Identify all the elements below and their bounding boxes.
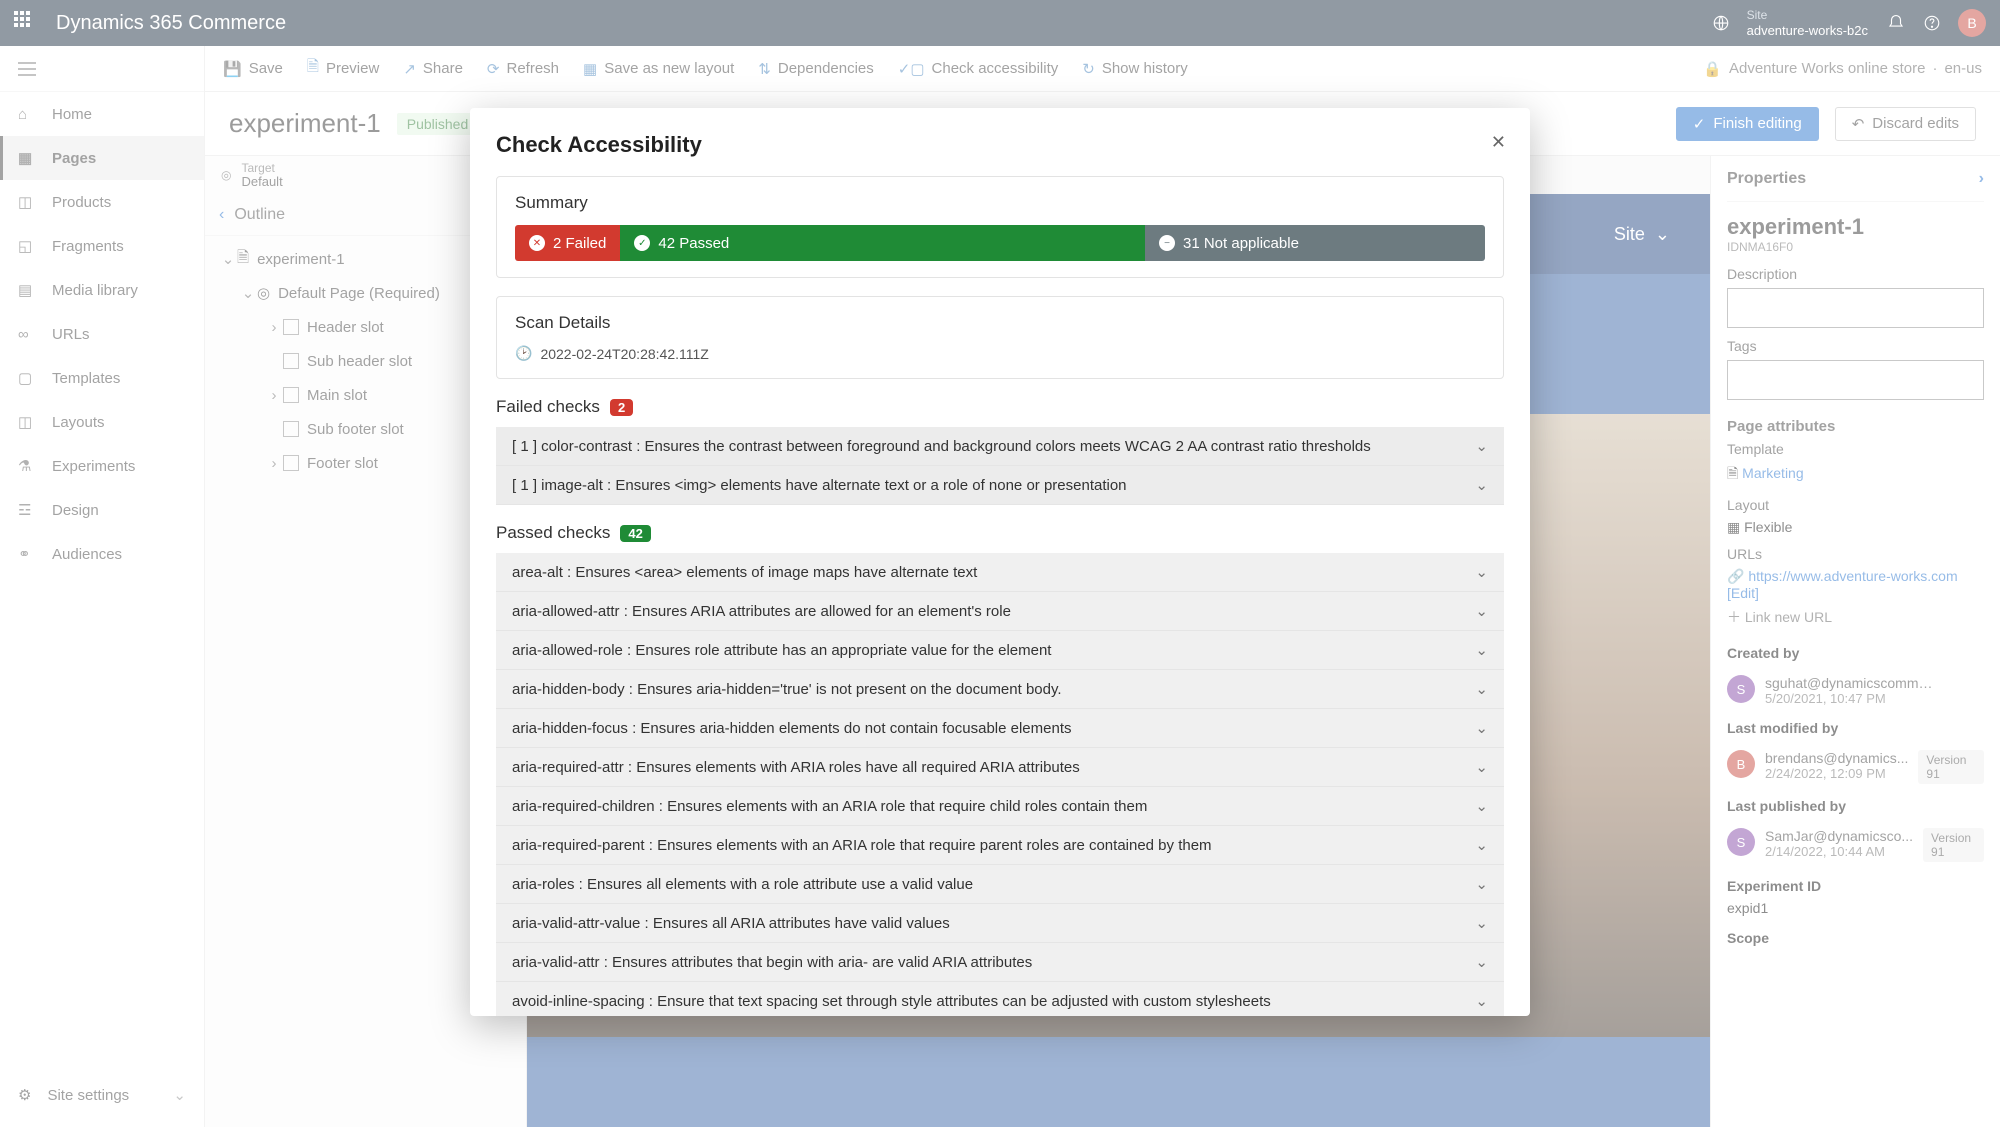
summary-card: Summary ✕2 Failed ✓42 Passed −31 Not app… — [496, 176, 1504, 278]
summary-na: −31 Not applicable — [1145, 225, 1485, 261]
check-row[interactable]: aria-valid-attr : Ensures attributes tha… — [496, 943, 1504, 982]
chevron-down-icon: ⌄ — [1475, 914, 1488, 932]
check-row[interactable]: aria-hidden-focus : Ensures aria-hidden … — [496, 709, 1504, 748]
passed-checks-list: area-alt : Ensures <area> elements of im… — [496, 553, 1504, 1016]
failed-checks-list: [ 1 ] color-contrast : Ensures the contr… — [496, 427, 1504, 505]
check-row[interactable]: aria-required-parent : Ensures elements … — [496, 826, 1504, 865]
check-row[interactable]: aria-allowed-role : Ensures role attribu… — [496, 631, 1504, 670]
chevron-down-icon: ⌄ — [1475, 992, 1488, 1010]
check-row[interactable]: area-alt : Ensures <area> elements of im… — [496, 553, 1504, 592]
chevron-down-icon: ⌄ — [1475, 758, 1488, 776]
clock-icon: 🕑 — [515, 345, 532, 362]
check-row[interactable]: avoid-inline-spacing : Ensure that text … — [496, 982, 1504, 1016]
chevron-down-icon: ⌄ — [1475, 875, 1488, 893]
check-row[interactable]: [ 1 ] image-alt : Ensures <img> elements… — [496, 466, 1504, 505]
chevron-down-icon: ⌄ — [1475, 836, 1488, 854]
chevron-down-icon: ⌄ — [1475, 602, 1488, 620]
chevron-down-icon: ⌄ — [1475, 563, 1488, 581]
chevron-down-icon: ⌄ — [1475, 641, 1488, 659]
summary-failed: ✕2 Failed — [515, 225, 620, 261]
dialog-title: Check Accessibility — [496, 132, 1504, 158]
close-icon[interactable]: ✕ — [1485, 126, 1512, 159]
check-row[interactable]: aria-required-attr : Ensures elements wi… — [496, 748, 1504, 787]
chevron-down-icon: ⌄ — [1475, 476, 1488, 494]
summary-bar: ✕2 Failed ✓42 Passed −31 Not applicable — [515, 225, 1485, 261]
check-accessibility-dialog: ✕ Check Accessibility Summary ✕2 Failed … — [470, 108, 1530, 1016]
summary-passed: ✓42 Passed — [620, 225, 1145, 261]
chevron-down-icon: ⌄ — [1475, 953, 1488, 971]
chevron-down-icon: ⌄ — [1475, 437, 1488, 455]
chevron-down-icon: ⌄ — [1475, 719, 1488, 737]
failed-checks-heading: Failed checks 2 — [496, 397, 1504, 417]
check-row[interactable]: aria-roles : Ensures all elements with a… — [496, 865, 1504, 904]
check-row[interactable]: aria-required-children : Ensures element… — [496, 787, 1504, 826]
passed-checks-heading: Passed checks 42 — [496, 523, 1504, 543]
chevron-down-icon: ⌄ — [1475, 797, 1488, 815]
scan-details-card: Scan Details 🕑2022-02-24T20:28:42.111Z — [496, 296, 1504, 379]
check-row[interactable]: aria-allowed-attr : Ensures ARIA attribu… — [496, 592, 1504, 631]
check-row[interactable]: aria-hidden-body : Ensures aria-hidden='… — [496, 670, 1504, 709]
chevron-down-icon: ⌄ — [1475, 680, 1488, 698]
check-row[interactable]: [ 1 ] color-contrast : Ensures the contr… — [496, 427, 1504, 466]
check-row[interactable]: aria-valid-attr-value : Ensures all ARIA… — [496, 904, 1504, 943]
